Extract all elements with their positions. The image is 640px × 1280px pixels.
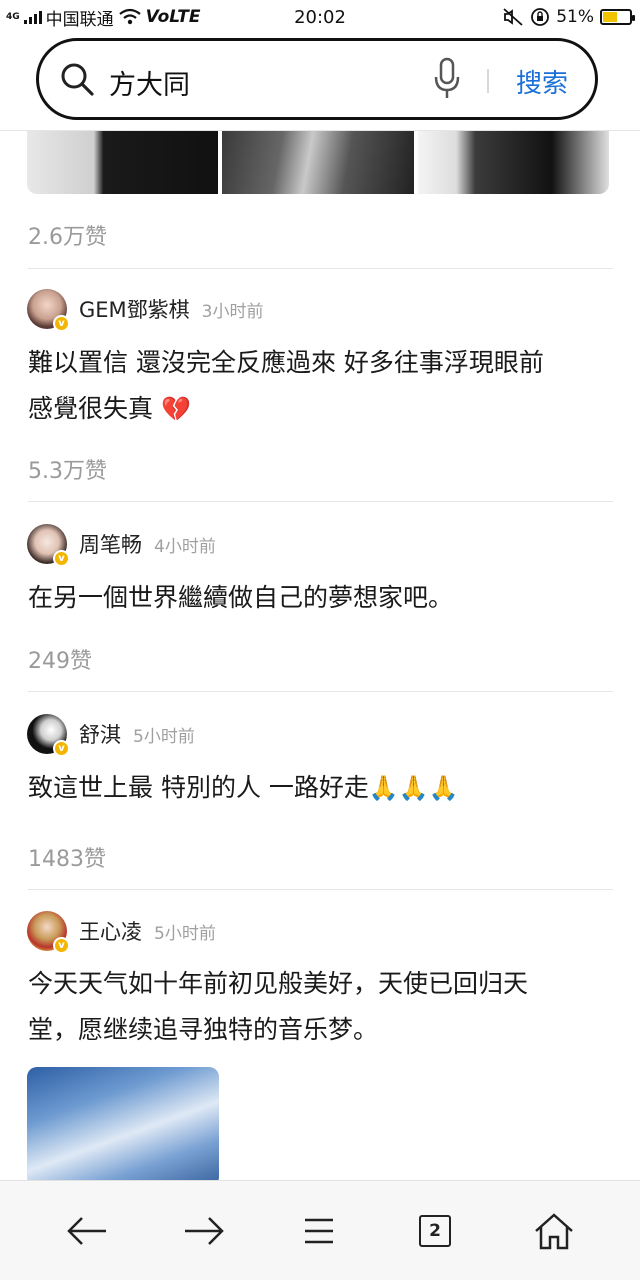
tabs-button[interactable]: 2	[411, 1207, 459, 1255]
menu-icon	[305, 1218, 333, 1244]
search-divider	[487, 69, 489, 93]
divider	[28, 268, 613, 269]
folded-hands-emoji: 🙏🙏🙏	[368, 774, 459, 802]
back-button[interactable]	[63, 1207, 111, 1255]
forward-button[interactable]	[180, 1207, 228, 1255]
comment-time: 4小时前	[154, 536, 216, 557]
post-photo[interactable]	[417, 131, 609, 194]
status-bar: 4G 中国联通 VoLTE 20:02 51%	[0, 0, 640, 34]
comment-line: 難以置信 還沒完全反應過來 好多往事浮現眼前	[28, 348, 544, 377]
broken-heart-emoji: 💔	[160, 395, 191, 423]
comment-line: 今天天气如十年前初见般美好，天使已回归天	[28, 969, 529, 998]
search-input[interactable]: 方大同	[109, 63, 190, 102]
comment-line: 在另一個世界繼續做自己的夢想家吧。	[28, 583, 454, 612]
comment-text: 今天天气如十年前初见般美好，天使已回归天 堂，愿继续追寻独特的音乐梦。	[28, 961, 614, 1053]
back-arrow-icon	[67, 1217, 106, 1245]
comment-header: v 周笔畅 4小时前	[27, 524, 216, 567]
avatar[interactable]: v	[27, 524, 70, 567]
comment-author[interactable]: 王心凌	[79, 916, 142, 946]
comment-likes[interactable]: 1483赞	[28, 841, 106, 873]
comment-text: 在另一個世界繼續做自己的夢想家吧。	[28, 575, 614, 621]
comment-line-with-emoji: 感覺很失真 💔	[28, 386, 614, 432]
home-button[interactable]	[530, 1207, 578, 1255]
avatar[interactable]: v	[27, 289, 70, 332]
comment-author[interactable]: 周笔畅	[79, 529, 142, 559]
battery-icon	[600, 9, 635, 25]
battery-percent: 51%	[556, 7, 594, 27]
bottom-navigation: 2	[0, 1180, 640, 1280]
post-photo[interactable]	[27, 131, 219, 194]
avatar[interactable]: v	[27, 714, 70, 757]
comment-author[interactable]: GEM鄧紫棋	[79, 294, 190, 324]
post-photo[interactable]	[222, 131, 414, 194]
verified-badge-icon: v	[53, 315, 70, 332]
comment-feed[interactable]: 2.6万赞 v GEM鄧紫棋 3小时前 難以置信 還沒完全反應過來 好多往事浮現…	[0, 131, 640, 1181]
search-button[interactable]: 搜索	[516, 63, 568, 100]
search-bar[interactable]: 方大同 搜索	[36, 38, 598, 120]
verified-badge-icon: v	[53, 937, 70, 954]
comment-header: v 王心凌 5小时前	[27, 911, 216, 954]
verified-badge-icon: v	[53, 740, 70, 757]
comment-author[interactable]: 舒淇	[79, 719, 121, 749]
mute-icon	[503, 8, 523, 26]
comment-time: 3小时前	[201, 301, 264, 322]
status-bar-right: 51%	[502, 7, 635, 27]
comment-likes[interactable]: 249赞	[28, 643, 92, 675]
menu-button[interactable]	[295, 1207, 343, 1255]
divider	[28, 501, 613, 502]
rotation-lock-icon	[531, 8, 550, 26]
tab-count: 2	[419, 1215, 451, 1247]
microphone-icon[interactable]	[434, 57, 460, 101]
comment-text: 致這世上最 特別的人 一路好走🙏🙏🙏	[28, 765, 614, 811]
comment-time: 5小时前	[154, 923, 216, 944]
divider	[28, 889, 613, 890]
comment-time: 5小时前	[133, 726, 195, 747]
comment-line-with-emoji: 致這世上最 特別的人 一路好走🙏🙏🙏	[28, 765, 614, 811]
comment-line: 致這世上最 特別的人 一路好走	[28, 773, 369, 802]
avatar[interactable]: v	[27, 911, 70, 954]
comment-header: v 舒淇 5小时前	[27, 714, 195, 757]
comment-photo[interactable]	[27, 1067, 219, 1181]
comment-header: v GEM鄧紫棋 3小时前	[27, 289, 264, 332]
comment-likes[interactable]: 5.3万赞	[28, 453, 107, 485]
home-icon	[535, 1213, 573, 1250]
verified-badge-icon: v	[53, 550, 70, 567]
post-photo-strip[interactable]	[27, 131, 609, 194]
forward-arrow-icon	[185, 1217, 224, 1245]
divider	[28, 691, 613, 692]
search-icon	[61, 63, 94, 96]
comment-text: 難以置信 還沒完全反應過來 好多往事浮現眼前 感覺很失真 💔	[28, 340, 614, 432]
comment-line: 堂，愿继续追寻独特的音乐梦。	[28, 1015, 379, 1044]
comment-line: 感覺很失真	[28, 394, 154, 423]
post-likes[interactable]: 2.6万赞	[28, 219, 107, 251]
